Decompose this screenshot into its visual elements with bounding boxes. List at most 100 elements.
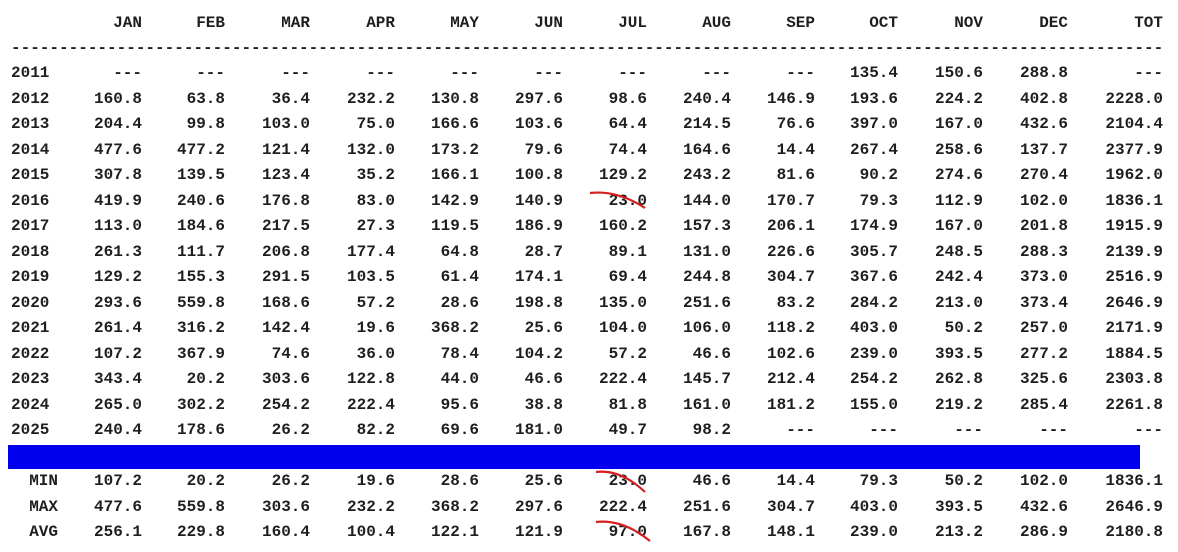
table-row: 2024 265.0 302.2 254.2 222.4 95.6 38.8 81.8 161.… bbox=[0, 393, 1178, 418]
summary-row-avg: AVG 256.1 229.8 160.4 100.4 122.1 121.9 97.0 167… bbox=[0, 520, 1178, 545]
value-cell: 69.6 bbox=[440, 421, 479, 439]
value-cell: 193.6 bbox=[849, 89, 898, 108]
summary-value-cell: 26.2 bbox=[271, 472, 310, 490]
value-cell: 78.4 bbox=[440, 344, 479, 363]
table-row: 2011 --- --- --- --- --- --- --- --- --- 135.4 150.… bbox=[0, 61, 1178, 86]
value-cell: 64.8 bbox=[440, 242, 479, 261]
value-cell: 129.2 bbox=[93, 268, 142, 286]
value-cell: 178.6 bbox=[176, 421, 225, 439]
value-cell: 206.1 bbox=[766, 217, 815, 235]
value-cell: 27.3 bbox=[356, 217, 395, 235]
value-cell: 90.2 bbox=[859, 166, 898, 184]
value-cell: --- bbox=[954, 421, 983, 439]
value-cell: 254.2 bbox=[261, 395, 310, 414]
value-cell: 181.0 bbox=[514, 421, 563, 439]
summary-value-cell: 251.6 bbox=[682, 497, 731, 516]
year-label: 2015 bbox=[11, 166, 50, 184]
year-label: 2024 bbox=[11, 395, 50, 414]
value-cell: 20.2 bbox=[186, 370, 225, 388]
summary-value-cell: 122.1 bbox=[430, 523, 479, 541]
summary-value-cell: 28.6 bbox=[440, 472, 479, 490]
value-cell: 243.2 bbox=[682, 166, 731, 184]
value-cell: 132.0 bbox=[346, 140, 395, 159]
value-cell: 166.1 bbox=[430, 166, 479, 184]
value-cell: 198.8 bbox=[514, 293, 563, 312]
value-cell: --- bbox=[869, 421, 898, 439]
summary-value-cell: 559.8 bbox=[176, 497, 225, 516]
value-cell: 79.6 bbox=[524, 140, 563, 159]
value-cell: 107.2 bbox=[93, 344, 142, 363]
value-cell: 240.4 bbox=[682, 89, 731, 108]
value-cell: 142.4 bbox=[261, 319, 310, 337]
summary-value-cell: 2180.8 bbox=[1105, 523, 1163, 541]
value-cell: 28.7 bbox=[524, 242, 563, 261]
value-cell: 102.6 bbox=[766, 344, 815, 363]
summary-value-cell: 160.4 bbox=[261, 523, 310, 541]
value-cell: 201.8 bbox=[1019, 217, 1068, 235]
value-cell: 258.6 bbox=[934, 140, 983, 159]
summary-value-cell: 148.1 bbox=[766, 523, 815, 541]
year-label: 2021 bbox=[11, 319, 50, 337]
value-cell: 25.6 bbox=[524, 319, 563, 337]
value-cell: 36.4 bbox=[271, 89, 310, 108]
summary-value-cell: 46.6 bbox=[692, 472, 731, 490]
value-cell: 155.3 bbox=[176, 268, 225, 286]
year-label: 2017 bbox=[11, 217, 50, 235]
column-header-feb: FEB bbox=[196, 14, 225, 32]
summary-value-cell: 432.6 bbox=[1019, 497, 1068, 516]
value-cell: 50.2 bbox=[944, 319, 983, 337]
column-header-jun: JUN bbox=[534, 14, 563, 32]
value-cell: --- bbox=[196, 64, 225, 82]
value-cell: 145.7 bbox=[682, 370, 731, 388]
value-cell: 303.6 bbox=[261, 370, 310, 388]
summary-value-cell: 297.6 bbox=[514, 497, 563, 516]
table-row: 2021 261.4 316.2 142.4 19.6 368.2 25.6 104.0 106… bbox=[0, 316, 1178, 341]
value-cell: 397.0 bbox=[849, 115, 898, 133]
summary-value-cell: 50.2 bbox=[944, 472, 983, 490]
value-cell: 2104.4 bbox=[1105, 115, 1163, 133]
value-cell: 2261.8 bbox=[1105, 395, 1163, 414]
summary-value-cell: 25.6 bbox=[524, 472, 563, 490]
year-label: 2019 bbox=[11, 268, 50, 286]
year-label: 2016 bbox=[11, 191, 50, 210]
value-cell: 100.8 bbox=[514, 166, 563, 184]
summary-value-cell: 213.2 bbox=[934, 523, 983, 541]
value-cell: 393.5 bbox=[934, 344, 983, 363]
value-cell: 248.5 bbox=[934, 242, 983, 261]
value-cell: --- bbox=[786, 64, 815, 82]
table-row: 2013 204.4 99.8 103.0 75.0 166.6 103.6 64.4 214.… bbox=[0, 112, 1178, 137]
value-cell: 2646.9 bbox=[1105, 293, 1163, 312]
value-cell: 83.0 bbox=[356, 191, 395, 210]
summary-value-cell: 102.0 bbox=[1019, 472, 1068, 490]
value-cell: 222.4 bbox=[346, 395, 395, 414]
year-label: 2023 bbox=[11, 370, 50, 388]
value-cell: 304.7 bbox=[766, 268, 815, 286]
summary-value-cell: 107.2 bbox=[93, 472, 142, 490]
value-cell: 265.0 bbox=[93, 395, 142, 414]
value-cell: 373.0 bbox=[1019, 268, 1068, 286]
value-cell: 173.2 bbox=[430, 140, 479, 159]
value-cell: 129.2 bbox=[598, 166, 647, 184]
value-cell: --- bbox=[534, 64, 563, 82]
value-cell: 1884.5 bbox=[1105, 344, 1163, 363]
table-row: 2023 343.4 20.2 303.6 122.8 44.0 46.6 222.4 145.… bbox=[0, 367, 1178, 392]
value-cell: 74.4 bbox=[608, 140, 647, 159]
column-header-dec: DEC bbox=[1039, 14, 1068, 32]
value-cell: 38.8 bbox=[524, 395, 563, 414]
value-cell: 103.6 bbox=[514, 115, 563, 133]
value-cell: --- bbox=[1134, 421, 1163, 439]
value-cell: 367.9 bbox=[176, 344, 225, 363]
header-separator: ----------------------------------------… bbox=[11, 39, 1163, 57]
value-cell: --- bbox=[786, 421, 815, 439]
year-label: 2013 bbox=[11, 115, 50, 133]
value-cell: 167.0 bbox=[934, 115, 983, 133]
value-cell: 373.4 bbox=[1019, 293, 1068, 312]
value-cell: 146.9 bbox=[766, 89, 815, 108]
value-cell: 69.4 bbox=[608, 268, 647, 286]
value-cell: 75.0 bbox=[356, 115, 395, 133]
value-cell: 174.1 bbox=[514, 268, 563, 286]
table-row: 2018 261.3 111.7 206.8 177.4 64.8 28.7 89.1 131.… bbox=[0, 240, 1178, 265]
value-cell: 402.8 bbox=[1019, 89, 1068, 108]
value-cell: 302.2 bbox=[176, 395, 225, 414]
summary-label: MAX bbox=[29, 497, 58, 516]
